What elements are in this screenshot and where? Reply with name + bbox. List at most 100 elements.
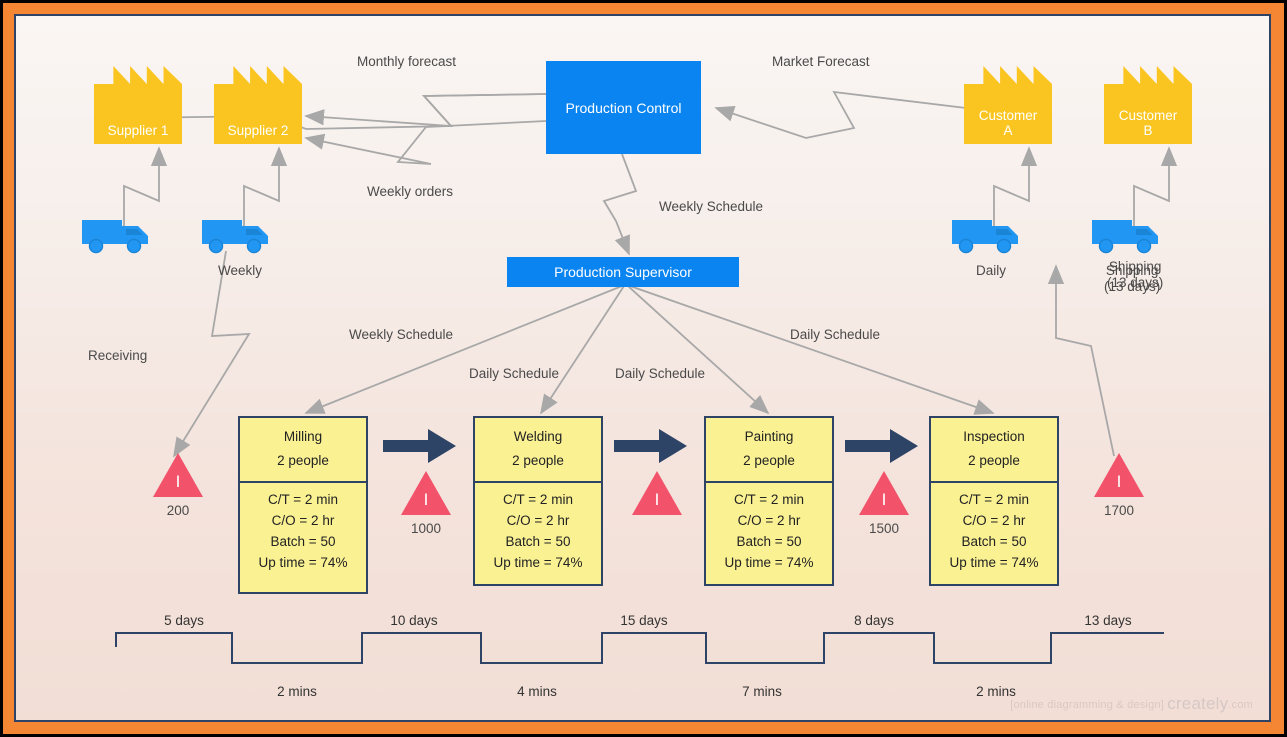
metric-cycle-time: C/T = 2 min (268, 492, 338, 507)
metric-batch: Batch = 50 (736, 534, 802, 549)
watermark-tagline: [online diagramming & design] (1010, 699, 1164, 711)
production-control-box[interactable]: Production Control (546, 61, 701, 154)
inventory-count: 1500 (868, 521, 900, 536)
process-inspection[interactable]: Inspection 2 people C/T = 2 min C/O = 2 … (929, 416, 1059, 586)
supplier-2-truck[interactable] (200, 214, 272, 261)
inventory-after-milling[interactable]: I 1000 (396, 471, 456, 536)
customer-b-truck[interactable] (1090, 214, 1162, 261)
label-weekly-schedule-top: Weekly Schedule (659, 199, 764, 214)
production-supervisor-box[interactable]: Production Supervisor (507, 257, 739, 287)
supplier-2-label: Supplier 2 (227, 123, 289, 138)
inventory-symbol: I (881, 489, 887, 509)
truck-icon (82, 220, 148, 254)
metric-batch: Batch = 50 (505, 534, 571, 549)
inventory-count: 1700 (1103, 503, 1135, 518)
inventory-symbol: I (175, 471, 181, 491)
customer-a-truck-label: Daily (976, 263, 1007, 278)
diagram-canvas: Supplier 1 Supplier 2 Weekly Customer A … (14, 14, 1271, 722)
metric-batch: Batch = 50 (961, 534, 1027, 549)
truck-icon (202, 220, 268, 254)
inventory-triangle-icon: I (401, 471, 451, 515)
metric-changeover: C/O = 2 hr (271, 513, 335, 528)
metric-cycle-time: C/T = 2 min (959, 492, 1029, 507)
watermark-brand: creately (1167, 694, 1229, 713)
process-header: Inspection 2 people (931, 418, 1057, 483)
inventory-triangle-icon: I (1094, 453, 1144, 497)
arrow-schedule-milling (304, 285, 623, 414)
production-supervisor-label: Production Supervisor (554, 264, 692, 280)
supplier-2-truck-label: Weekly (218, 263, 263, 278)
customer-a-truck[interactable] (950, 214, 1022, 261)
process-painting[interactable]: Painting 2 people C/T = 2 min C/O = 2 hr… (704, 416, 834, 586)
metric-changeover: C/O = 2 hr (506, 513, 570, 528)
metric-uptime: Up time = 74% (949, 555, 1039, 570)
metric-uptime: Up time = 74% (258, 555, 348, 570)
label-market-forecast: Market Forecast (772, 54, 870, 69)
metric-changeover: C/O = 2 hr (962, 513, 1026, 528)
creately-watermark: [online diagramming & design] creately.c… (1010, 694, 1253, 714)
process-people: 2 people (277, 453, 329, 468)
customer-b-label: Customer B (1118, 108, 1178, 138)
inventory-receiving[interactable]: I 200 (148, 453, 208, 518)
arrow-market-forecast (714, 90, 967, 139)
push-arrow-welding-painting (614, 429, 687, 463)
truck-icon (1092, 220, 1158, 254)
process-title: Milling (283, 429, 323, 444)
inventory-symbol: I (654, 489, 660, 509)
process-title: Inspection (963, 429, 1025, 444)
lead-time-4: 8 days (854, 613, 894, 628)
inventory-symbol: I (1116, 471, 1122, 491)
process-time-3: 7 mins (742, 684, 782, 699)
inventory-after-inspection[interactable]: I 1700 (1089, 453, 1149, 518)
metric-changeover: C/O = 2 hr (737, 513, 801, 528)
factory-icon: Supplier 2 (214, 66, 302, 144)
label-schedule-painting: Daily Schedule (615, 366, 706, 381)
process-milling[interactable]: Milling 2 people C/T = 2 min C/O = 2 hr … (238, 416, 368, 594)
process-metrics: C/T = 2 min C/O = 2 hr Batch = 50 Up tim… (931, 483, 1057, 584)
factory-icon: Customer A (964, 66, 1052, 144)
process-title: Welding (513, 429, 563, 444)
process-metrics: C/T = 2 min C/O = 2 hr Batch = 50 Up tim… (706, 483, 832, 584)
inventory-after-welding[interactable]: I (627, 471, 687, 521)
inventory-count: 200 (166, 503, 190, 518)
inventory-triangle-icon: I (632, 471, 682, 515)
supplier-2-node[interactable]: Supplier 2 (214, 66, 302, 144)
label-schedule-welding: Daily Schedule (469, 366, 560, 381)
inventory-after-painting[interactable]: I 1500 (854, 471, 914, 536)
arrow-forecast-supplier2 (304, 93, 547, 128)
screenshot-frame: Supplier 1 Supplier 2 Weekly Customer A … (0, 0, 1287, 737)
process-header: Milling 2 people (240, 418, 366, 483)
truck-icon (952, 220, 1018, 254)
watermark-domain: .com (1228, 699, 1253, 711)
label-schedule-inspection: Daily Schedule (790, 327, 881, 342)
process-people: 2 people (743, 453, 795, 468)
arrow-schedule-inspection (629, 285, 995, 415)
inventory-triangle-icon: I (153, 453, 203, 497)
metric-batch: Batch = 50 (270, 534, 336, 549)
label-receiving: Receiving (88, 348, 148, 363)
metric-uptime: Up time = 74% (493, 555, 583, 570)
arrow-weekly-schedule (602, 153, 638, 256)
production-control-label: Production Control (565, 99, 682, 116)
arrow-weekly-orders-supplier2 (304, 120, 547, 165)
label-shipping: Shipping (13 days) (1107, 259, 1164, 290)
supplier-1-truck[interactable] (80, 214, 152, 261)
metric-cycle-time: C/T = 2 min (503, 492, 573, 507)
process-time-1: 2 mins (277, 684, 317, 699)
inventory-triangle-icon: I (859, 471, 909, 515)
arrow-schedule-welding (540, 285, 625, 415)
customer-a-label: Customer A (978, 108, 1038, 138)
lead-time-2: 10 days (390, 613, 438, 628)
supplier-1-node[interactable]: Supplier 1 (94, 66, 182, 144)
lead-time-5: 13 days (1084, 613, 1132, 628)
process-header: Painting 2 people (706, 418, 832, 483)
process-welding[interactable]: Welding 2 people C/T = 2 min C/O = 2 hr … (473, 416, 603, 586)
lead-time-1: 5 days (164, 613, 204, 628)
customer-a-node[interactable]: Customer A (964, 66, 1052, 144)
process-title: Painting (744, 429, 794, 444)
customer-b-node[interactable]: Customer B (1104, 66, 1192, 144)
process-people: 2 people (968, 453, 1020, 468)
arrow-schedule-painting (627, 285, 770, 415)
inventory-count: 1000 (410, 521, 442, 536)
inventory-symbol: I (423, 489, 429, 509)
